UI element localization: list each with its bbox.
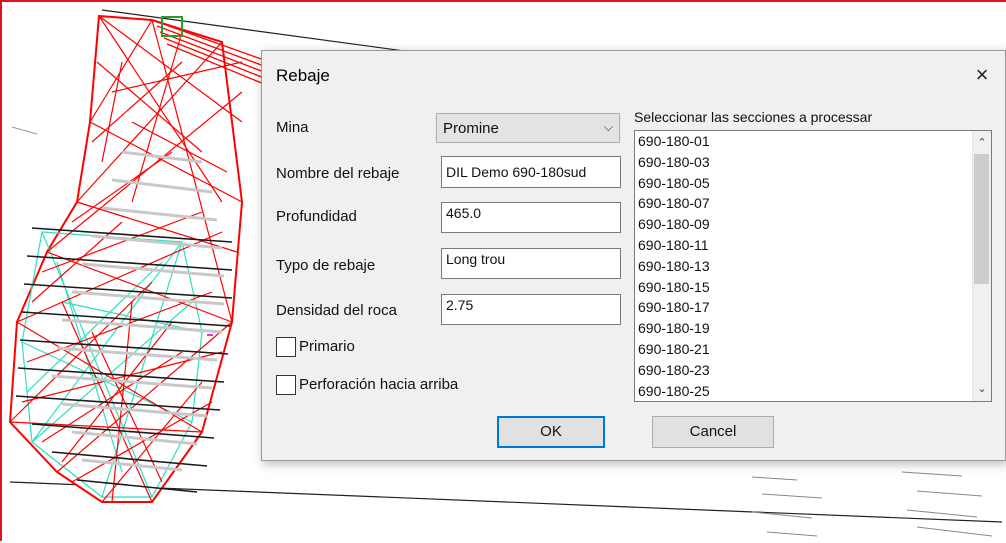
- primario-checkbox[interactable]: [276, 337, 296, 357]
- list-item[interactable]: 690-180-01: [635, 131, 991, 152]
- mina-dropdown[interactable]: Promine ⌵: [436, 113, 620, 143]
- scroll-up-icon[interactable]: ⌃: [973, 133, 991, 153]
- nombre-label: Nombre del rebaje: [276, 165, 400, 182]
- typo-field[interactable]: Long trou: [441, 248, 621, 279]
- close-icon[interactable]: ×: [969, 62, 995, 88]
- densidad-field[interactable]: 2.75: [441, 294, 621, 325]
- cancel-button[interactable]: Cancel: [652, 416, 774, 448]
- list-item[interactable]: 690-180-23: [635, 360, 991, 381]
- sections-list-title: Seleccionar las secciones a processar: [634, 109, 873, 125]
- list-item[interactable]: 690-180-17: [635, 297, 991, 318]
- list-item[interactable]: 690-180-05: [635, 173, 991, 194]
- sections-listbox[interactable]: 690-180-01 690-180-03 690-180-05 690-180…: [634, 130, 992, 402]
- densidad-label: Densidad del roca: [276, 302, 397, 319]
- list-item[interactable]: 690-180-13: [635, 256, 991, 277]
- list-item[interactable]: 690-180-15: [635, 277, 991, 298]
- profundidad-field[interactable]: 465.0: [441, 202, 621, 233]
- list-item[interactable]: 690-180-03: [635, 152, 991, 173]
- typo-label: Typo de rebaje: [276, 257, 376, 274]
- list-item[interactable]: 690-180-11: [635, 235, 991, 256]
- chevron-down-icon: ⌵: [603, 120, 613, 134]
- mina-label: Mina: [276, 119, 309, 136]
- perforacion-label[interactable]: Perforación hacia arriba: [299, 376, 458, 393]
- rebaje-dialog: Rebaje × Mina Nombre del rebaje Profundi…: [261, 50, 1006, 461]
- profundidad-label: Profundidad: [276, 208, 357, 225]
- list-item[interactable]: 690-180-09: [635, 214, 991, 235]
- list-scrollbar[interactable]: ⌃ ⌄: [972, 131, 991, 401]
- perforacion-checkbox[interactable]: [276, 375, 296, 395]
- list-item[interactable]: 690-180-25: [635, 381, 991, 401]
- mina-selected-value: Promine: [443, 120, 499, 137]
- list-item[interactable]: 690-180-07: [635, 193, 991, 214]
- ok-button[interactable]: OK: [497, 416, 605, 448]
- nombre-field[interactable]: DIL Demo 690-180sud: [441, 156, 621, 188]
- list-item[interactable]: 690-180-19: [635, 318, 991, 339]
- dialog-title: Rebaje: [276, 66, 330, 85]
- scroll-down-icon[interactable]: ⌄: [973, 379, 991, 399]
- list-item[interactable]: 690-180-21: [635, 339, 991, 360]
- primario-label[interactable]: Primario: [299, 338, 355, 355]
- scroll-thumb[interactable]: [974, 154, 989, 284]
